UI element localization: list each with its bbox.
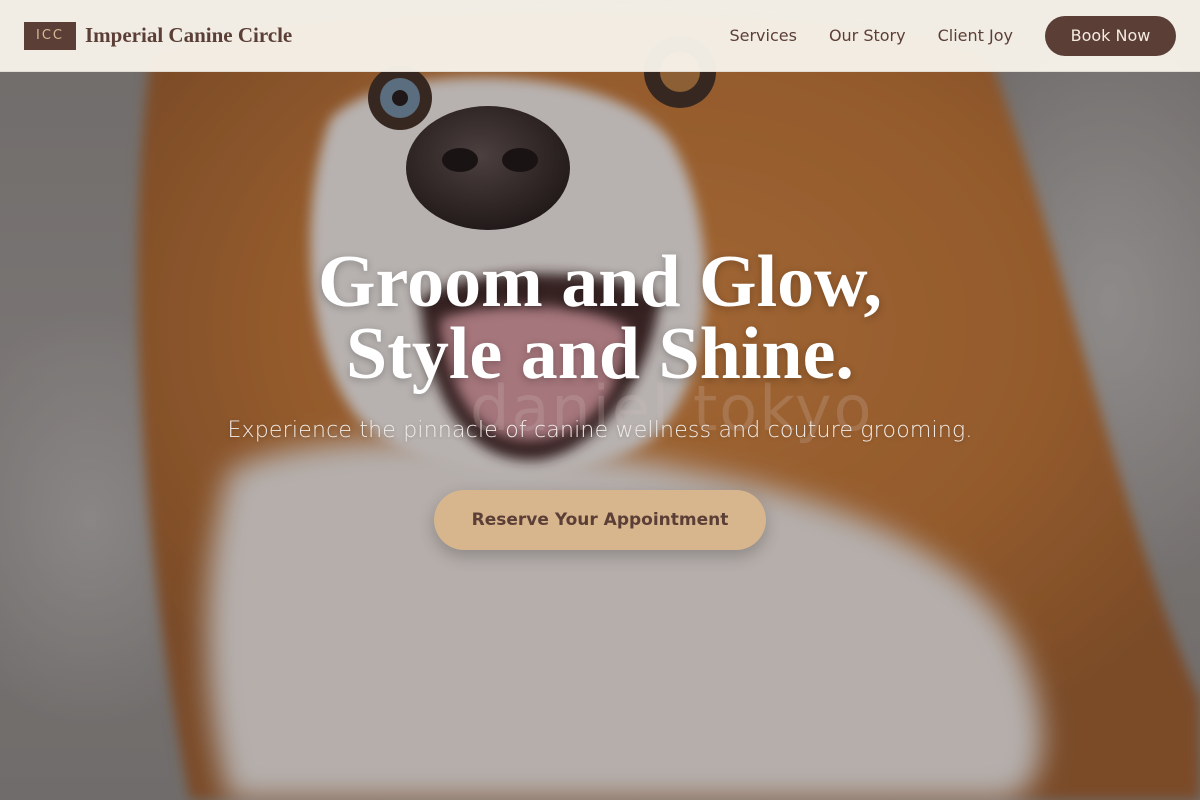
main-nav: Services Our Story Client Joy Book Now bbox=[697, 15, 1176, 56]
nav-link-our-story[interactable]: Our Story bbox=[829, 26, 906, 45]
hero-headline-line2: Style and Shine. bbox=[346, 313, 854, 395]
brand-logo[interactable]: ICC bbox=[24, 21, 76, 50]
site-header: ICC Imperial Canine Circle Services Our … bbox=[0, 0, 1200, 72]
nav-link-services[interactable]: Services bbox=[729, 26, 796, 45]
hero-headline-line1: Groom and Glow, bbox=[318, 241, 882, 323]
hero-headline: Groom and Glow, Style and Shine. bbox=[0, 241, 1200, 395]
brand[interactable]: ICC Imperial Canine Circle bbox=[24, 21, 292, 50]
nav-link-client-joy[interactable]: Client Joy bbox=[938, 26, 1013, 45]
hero-section: daniel tokyo bbox=[0, 0, 1200, 800]
book-now-button[interactable]: Book Now bbox=[1045, 15, 1176, 56]
hero-overlay bbox=[0, 0, 1200, 800]
reserve-appointment-button[interactable]: Reserve Your Appointment bbox=[434, 490, 766, 550]
brand-name[interactable]: Imperial Canine Circle bbox=[85, 23, 292, 48]
hero-subheadline: Experience the pinnacle of canine wellne… bbox=[227, 418, 973, 443]
